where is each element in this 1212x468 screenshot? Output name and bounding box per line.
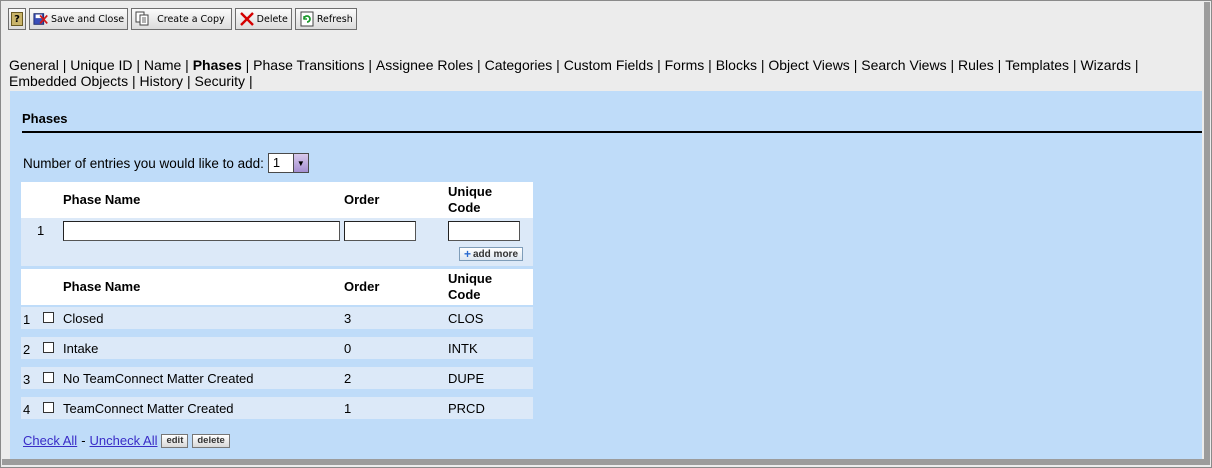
column-phase-name: Phase Name <box>63 279 141 294</box>
tab-security[interactable]: Security | <box>194 73 252 89</box>
refresh-icon <box>299 11 315 27</box>
save-and-close-label: Save and Close <box>51 13 125 25</box>
phase-name: No TeamConnect Matter Created <box>63 371 254 386</box>
delete-selected-button[interactable]: delete <box>192 433 230 448</box>
table-row: 1 Closed 3 CLOS <box>21 307 533 329</box>
phase-order: 1 <box>344 401 352 416</box>
row-number: 2 <box>23 342 31 357</box>
section-divider <box>22 131 1202 133</box>
entries-count-row: Number of entries you would like to add:… <box>23 153 309 173</box>
column-phase-name: Phase Name <box>63 192 141 207</box>
edit-button[interactable]: edit <box>161 433 189 448</box>
delete-x-icon <box>239 11 255 27</box>
column-order: Order <box>344 279 380 294</box>
refresh-button[interactable]: Refresh <box>294 8 357 30</box>
create-copy-label: Create a Copy <box>157 13 225 25</box>
add-more-label: add more <box>473 248 519 260</box>
save-and-close-button[interactable]: Save and Close <box>29 8 129 30</box>
plus-icon: + <box>463 247 471 261</box>
phase-name: Closed <box>63 311 104 326</box>
entries-count-select[interactable]: 1 ▼ <box>267 153 309 173</box>
tab-object-views[interactable]: Object Views | <box>768 57 861 73</box>
add-more-button[interactable]: + add more <box>459 247 523 261</box>
entries-count-label: Number of entries you would like to add: <box>23 155 264 171</box>
new-phase-header: Phase Name Order Unique Code <box>21 182 533 218</box>
tab-custom-fields[interactable]: Custom Fields | <box>564 57 665 73</box>
phase-code: DUPE <box>448 371 485 386</box>
tab-search-views[interactable]: Search Views | <box>861 57 958 73</box>
new-phase-row: 1 + add more <box>21 218 533 266</box>
save-close-icon <box>33 11 49 27</box>
copy-icon <box>135 11 151 27</box>
table-row: 4 TeamConnect Matter Created 1 PRCD <box>21 397 533 419</box>
entries-count-value: 1 <box>272 155 281 170</box>
row-checkbox[interactable] <box>43 372 54 383</box>
phase-name: Intake <box>63 341 99 356</box>
new-row-number: 1 <box>37 223 45 238</box>
new-phase-order-input[interactable] <box>344 221 416 241</box>
column-unique-code: Unique Code <box>448 271 493 302</box>
row-checkbox[interactable] <box>43 342 54 353</box>
uncheck-all-link[interactable]: Uncheck All <box>90 433 158 448</box>
link-separator: - <box>81 433 86 448</box>
delete-button[interactable]: Delete <box>234 8 292 30</box>
toolbar: ? Save and Close Create a Copy Delete Re… <box>8 8 357 30</box>
tab-embedded-objects[interactable]: Embedded Objects | <box>9 73 140 89</box>
tab-history[interactable]: History | <box>140 73 195 89</box>
tab-assignee-roles[interactable]: Assignee Roles | <box>376 57 485 73</box>
check-all-link[interactable]: Check All <box>23 433 77 448</box>
tab-bar: General | Unique ID | Name | Phases | Ph… <box>9 57 1199 89</box>
tab-phases[interactable]: Phases | <box>193 57 253 73</box>
help-icon: ? <box>11 12 23 26</box>
phase-code: PRCD <box>448 401 485 416</box>
column-order: Order <box>344 192 380 207</box>
row-checkbox[interactable] <box>43 402 54 413</box>
tab-name[interactable]: Name | <box>144 57 193 73</box>
phase-name: TeamConnect Matter Created <box>63 401 234 416</box>
tab-general[interactable]: General | <box>9 57 70 73</box>
row-checkbox[interactable] <box>43 312 54 323</box>
tab-phase-transitions[interactable]: Phase Transitions | <box>253 57 376 73</box>
row-number: 1 <box>23 312 31 327</box>
row-number: 3 <box>23 372 31 387</box>
tab-blocks[interactable]: Blocks | <box>716 57 769 73</box>
phase-order: 2 <box>344 371 352 386</box>
phase-code: INTK <box>448 341 478 356</box>
tab-templates[interactable]: Templates | <box>1005 57 1080 73</box>
table-row: 2 Intake 0 INTK <box>21 337 533 359</box>
tab-wizards[interactable]: Wizards | <box>1080 57 1138 73</box>
tab-forms[interactable]: Forms | <box>665 57 716 73</box>
phases-header: Phase Name Order Unique Code <box>21 269 533 305</box>
window-shadow <box>2 459 1210 465</box>
refresh-label: Refresh <box>316 13 353 25</box>
delete-label: Delete <box>256 13 288 25</box>
chevron-down-icon[interactable]: ▼ <box>292 154 308 172</box>
tab-unique-id[interactable]: Unique ID | <box>70 57 144 73</box>
row-number: 4 <box>23 402 31 417</box>
phase-order: 3 <box>344 311 352 326</box>
phases-panel: Phases Number of entries you would like … <box>10 91 1202 459</box>
column-unique-code: Unique Code <box>448 184 493 215</box>
create-copy-button[interactable]: Create a Copy <box>131 8 232 30</box>
section-title: Phases <box>22 111 68 126</box>
help-button[interactable]: ? <box>8 8 26 30</box>
tab-rules[interactable]: Rules | <box>958 57 1005 73</box>
phase-order: 0 <box>344 341 352 356</box>
new-phase-name-input[interactable] <box>63 221 340 241</box>
window-shadow <box>1204 2 1210 464</box>
phase-code: CLOS <box>448 311 484 326</box>
footer-actions: Check All - Uncheck All edit delete <box>23 433 230 448</box>
tab-categories[interactable]: Categories | <box>485 57 564 73</box>
new-phase-code-input[interactable] <box>448 221 520 241</box>
table-row: 3 No TeamConnect Matter Created 2 DUPE <box>21 367 533 389</box>
